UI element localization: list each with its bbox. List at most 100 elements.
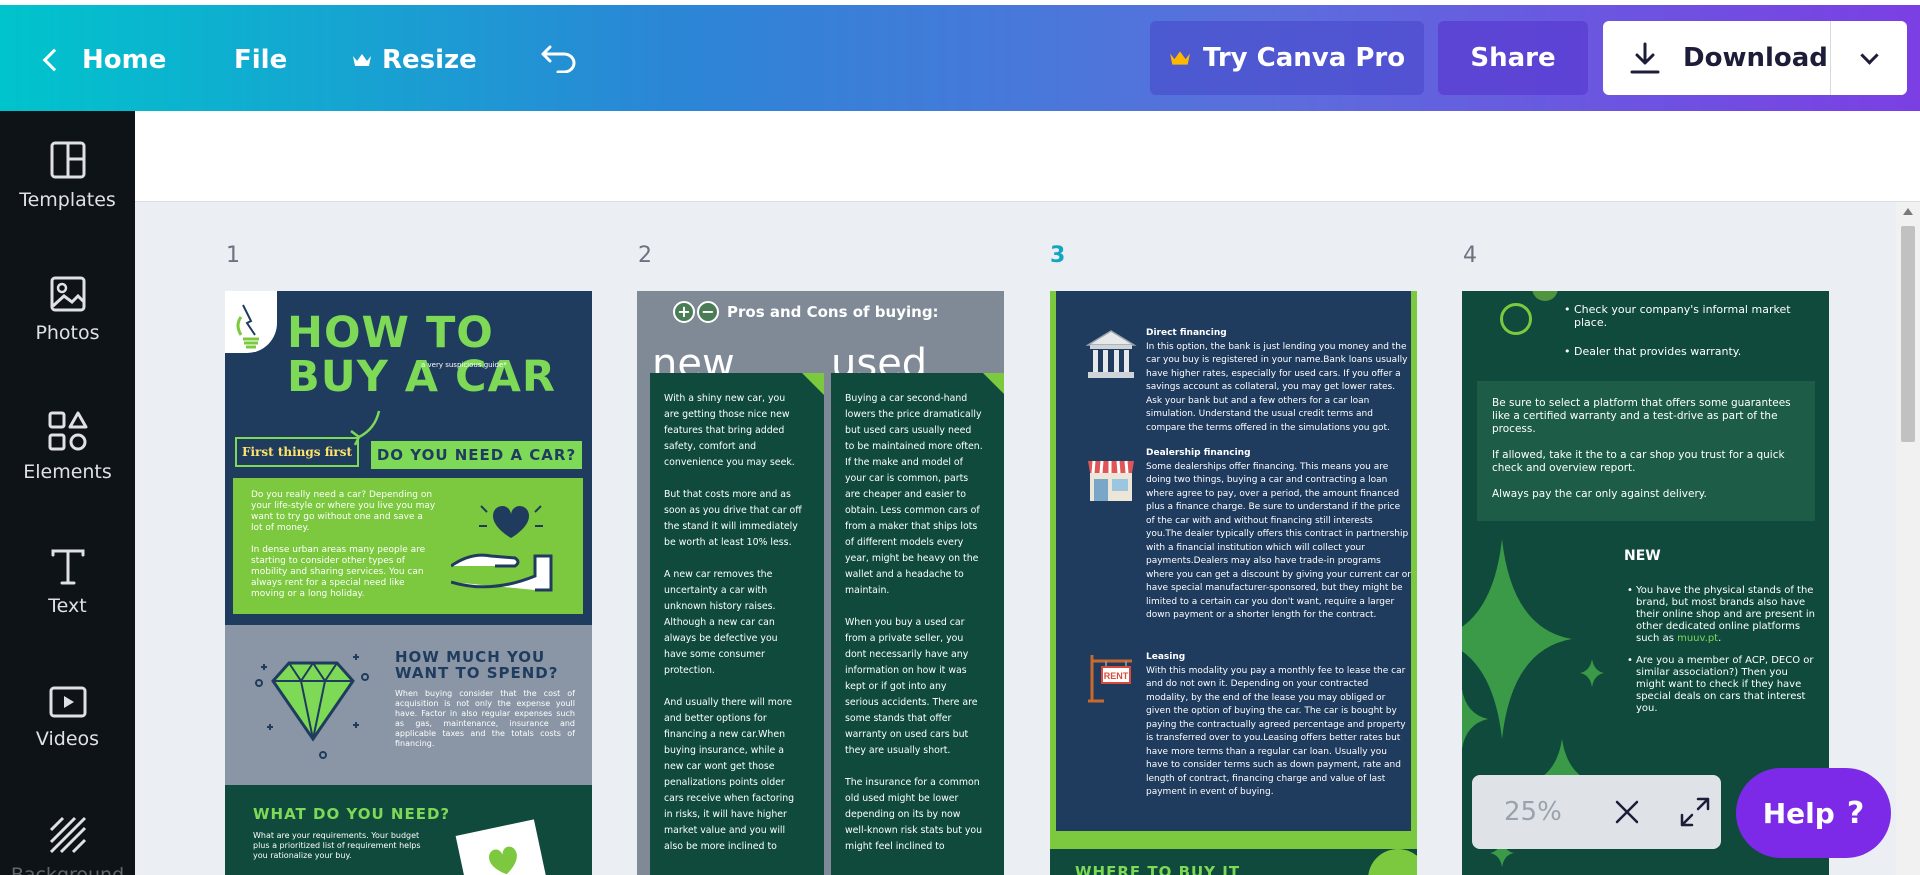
minus-icon: − [697,301,719,323]
sidebar-item-label: Elements [23,461,112,483]
design-page-1[interactable]: HOW TO BUY A CAR a very suspicious guide… [225,291,592,875]
templates-icon [50,141,85,179]
zoom-controls: 25% [1472,775,1721,849]
fullscreen-button[interactable] [1670,787,1720,837]
spend-section: HOW MUCH YOU WANT TO SPEND? When buying … [225,625,592,785]
canvas-scrollbar[interactable] [1896,202,1920,875]
scrollbar-thumb[interactable] [1901,226,1915,442]
platform-advice-text: Be sure to select a platform that offers… [1492,397,1791,500]
spend-heading: HOW MUCH YOU WANT TO SPEND? [395,648,559,682]
file-menu-button[interactable]: File [234,45,287,75]
sidebar-item-text[interactable]: Text [0,549,135,617]
sidebar-item-label: Background [10,864,125,875]
sidebar-item-elements[interactable]: Elements [0,411,135,483]
left-sidebar: Templates Photos Elements Text Videos Ba… [0,111,135,875]
direct-financing-section: Direct financing In this option, the ban… [1146,327,1411,435]
direct-financing-text: In this option, the bank is just lending… [1146,341,1408,433]
home-label: Home [82,45,167,75]
sidebar-item-videos[interactable]: Videos [0,686,135,750]
brand-stands-end: . [1718,633,1722,644]
chevron-left-icon [42,48,66,72]
dealership-financing-section: Dealership financing Some dealerships of… [1146,447,1411,623]
undo-button[interactable] [540,43,578,73]
sidebar-item-photos[interactable]: Photos [0,276,135,344]
page-number: 4 [1463,243,1477,268]
new-car-text: With a shiny new car, you are getting th… [664,393,802,852]
resize-button[interactable]: Resize [352,45,477,75]
close-icon [1615,800,1639,824]
share-button[interactable]: Share [1438,21,1588,95]
try-canva-pro-label: Try Canva Pro [1202,43,1406,73]
sidebar-item-label: Templates [19,189,116,211]
dealership-financing-text: Some dealerships offer financing. This m… [1146,461,1411,621]
direct-financing-title: Direct financing [1146,328,1227,338]
sidebar-item-label: Photos [35,322,100,344]
text-icon [51,549,84,585]
pros-cons-heading: Pros and Cons of buying: [727,303,939,321]
association-bullet: Are you a member of ACP, DECO or similar… [1627,655,1816,715]
financing-panel: Direct financing In this option, the ban… [1056,291,1411,831]
muuv-link[interactable]: muuv.pt [1677,633,1718,644]
brand-stands-bullet: You have the physical stands of the bran… [1627,585,1816,645]
download-label: Download [1683,43,1828,73]
need-car-section: Do you really need a car? Depending on y… [233,478,583,614]
plus-icon: + [673,301,695,323]
scroll-up-icon[interactable] [1903,208,1913,215]
help-label: Help [1762,796,1835,830]
heart-hand-icon [451,505,553,592]
pros-cons-header: + − Pros and Cons of buying: [673,301,939,323]
rent-sign-text: RENT [1104,671,1129,681]
zoom-value[interactable]: 25% [1504,797,1594,827]
where-to-buy-heading: WHERE TO BUY IT [1075,863,1241,875]
try-canva-pro-button[interactable]: Try Canva Pro [1150,21,1424,95]
design-page-3[interactable]: Direct financing In this option, the ban… [1050,291,1417,875]
bank-icon [1085,330,1137,378]
download-button-group: Download [1603,21,1907,95]
poster-subtitle: a very suspicious guide* [421,361,507,369]
company-market-bullet: Check your company's informal market pla… [1564,303,1804,329]
brand-stands-text: You have the physical stands of the bran… [1636,585,1816,644]
leasing-title: Leasing [1146,652,1186,662]
top-bar: Home File Resize Try Canva Pro Share Dow… [0,5,1920,111]
undo-icon [541,45,576,73]
requirements-heading: WHAT DO YOU NEED? [253,805,451,823]
chevron-down-icon [1859,45,1879,65]
resize-label: Resize [382,45,477,75]
close-zoom-button[interactable] [1602,787,1652,837]
spend-text: When buying consider that the cost of ac… [395,689,575,748]
where-to-buy-section: WHERE TO BUY IT [1050,849,1417,875]
elements-icon [48,411,87,451]
sidebar-item-templates[interactable]: Templates [0,141,135,211]
requirements-section: WHAT DO YOU NEED? What are your requirem… [225,785,592,875]
green-circle-shape [1368,849,1417,875]
download-button[interactable]: Download [1603,21,1831,95]
background-icon [49,816,86,854]
expand-icon [1680,797,1710,827]
corner-fold-icon [983,373,1004,395]
poster-title: HOW TO BUY A CAR [287,308,556,402]
file-label: File [234,45,288,75]
heart-card-icon [455,819,547,875]
lightbulb-icon [225,291,277,353]
sidebar-item-background[interactable]: Background [0,816,135,875]
home-button[interactable]: Home [40,45,166,75]
help-button[interactable]: Help ? [1736,768,1891,858]
sidebar-item-label: Text [48,595,87,617]
leasing-text: With this modality you pay a monthly fee… [1146,665,1406,798]
green-circle-shape [1532,291,1558,301]
crown-icon [353,54,371,66]
rent-sign-icon: RENT [1088,655,1132,703]
ring-shape [1500,303,1532,335]
videos-icon [49,686,86,718]
download-options-button[interactable] [1831,21,1907,95]
platform-advice-box: Be sure to select a platform that offers… [1477,381,1815,521]
corner-fold-icon [802,373,824,395]
dealer-warranty-bullet: Dealer that provides warranty. [1564,345,1804,358]
question-mark-icon: ? [1846,795,1865,831]
design-page-2[interactable]: + − Pros and Cons of buying: new used Wi… [637,291,1004,875]
requirements-text: What are your requirements. Your budget … [253,831,421,860]
new-heading: NEW [1624,548,1661,564]
page-number: 2 [638,243,652,268]
used-car-column: Buying a car second-hand lowers the pric… [831,373,1004,875]
crown-icon [1170,51,1190,65]
